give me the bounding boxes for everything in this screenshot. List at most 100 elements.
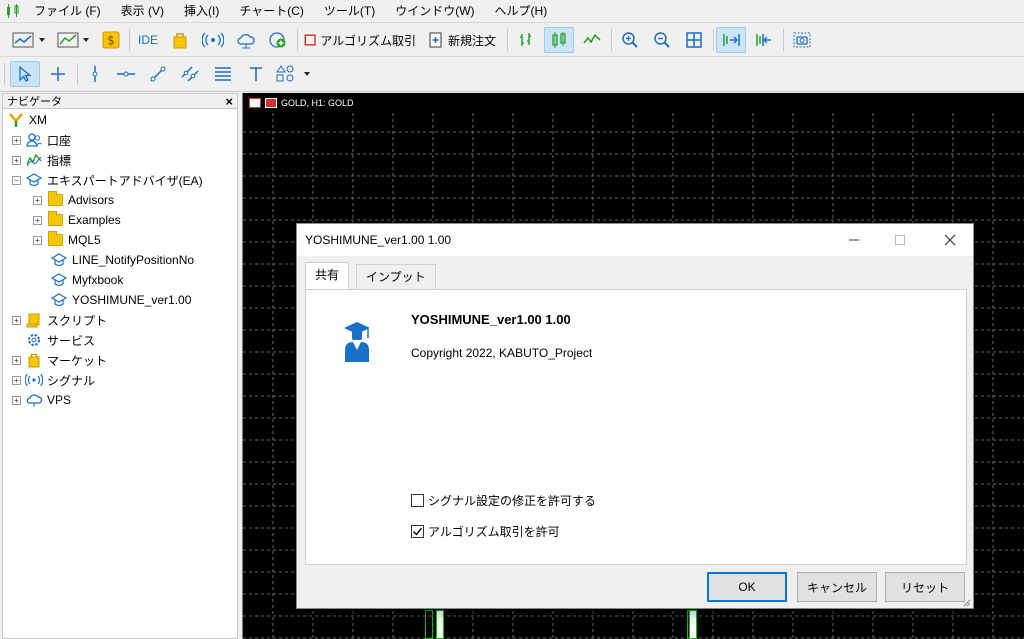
menu-help[interactable]: ヘルプ(H) (485, 0, 558, 22)
new-order-button[interactable]: 新規注文 (422, 27, 502, 53)
vps-cloud-icon[interactable] (232, 27, 260, 53)
market-dollar-icon[interactable]: $ (98, 27, 124, 53)
ide-label: IDE (137, 33, 158, 47)
text-tool-icon[interactable] (242, 61, 270, 87)
chart-type-dropdown-button[interactable] (10, 27, 52, 53)
fibonacci-icon[interactable] (208, 61, 238, 87)
chart-symbol-header: GOLD, H1: GOLD (249, 98, 354, 108)
tree-item-line-notify[interactable]: LINE_NotifyPositionNo (50, 250, 194, 270)
tree-item-advisors[interactable]: + Advisors (33, 190, 114, 210)
signals-broadcast-icon (25, 372, 43, 388)
maximize-icon[interactable] (877, 224, 923, 256)
collapse-minus-icon[interactable]: − (12, 175, 21, 185)
channel-icon[interactable] (176, 61, 204, 87)
depth-of-market-icon[interactable] (265, 98, 277, 108)
tree-item-accounts[interactable]: + 口座 (12, 130, 71, 150)
folder-icon (46, 191, 64, 208)
indicator-list-icon[interactable] (249, 98, 261, 108)
zoom-out-icon[interactable] (648, 27, 676, 53)
folder-icon (46, 231, 64, 248)
script-scroll-icon (25, 312, 43, 328)
expand-plus-icon[interactable]: + (12, 375, 21, 385)
cursor-arrow-icon[interactable] (10, 61, 40, 87)
tab-panel-common: YOSHIMUNE_ver1.00 1.00 Copyright 2022, K… (305, 289, 967, 565)
horizontal-line-icon[interactable] (112, 61, 140, 87)
allow-algo-trading-checkbox[interactable]: アルゴリズム取引を許可 (411, 523, 560, 540)
chart-shift-icon[interactable] (750, 27, 778, 53)
close-icon[interactable] (927, 224, 973, 256)
ok-button[interactable]: OK (707, 572, 787, 602)
trend-line-icon[interactable] (144, 61, 172, 87)
line-chart-icon[interactable] (578, 27, 606, 53)
tree-root-xm[interactable]: XM (7, 110, 47, 130)
expand-plus-icon[interactable]: + (33, 215, 42, 225)
drawing-toolbar (0, 56, 1024, 92)
ea-copyright-label: Copyright 2022, KABUTO_Project (411, 346, 593, 360)
algo-trading-button[interactable]: アルゴリズム取引 (304, 27, 416, 53)
allow-signal-modify-checkbox[interactable]: シグナル設定の修正を許可する (411, 492, 596, 509)
resize-grip-icon[interactable] (961, 596, 971, 610)
minimize-icon[interactable] (831, 224, 877, 256)
tree-item-signals[interactable]: + シグナル (12, 370, 95, 390)
folder-icon (46, 211, 64, 228)
tree-label: サービス (47, 333, 96, 348)
expand-plus-icon[interactable]: + (12, 315, 21, 325)
navigator-close-icon[interactable]: × (225, 94, 233, 109)
crosshair-icon[interactable] (44, 61, 72, 87)
app-logo-icon (2, 0, 24, 22)
dialog-titlebar[interactable]: YOSHIMUNE_ver1.00 1.00 (297, 224, 973, 256)
tree-item-market[interactable]: + マーケット (12, 350, 107, 370)
svg-text:$: $ (107, 34, 115, 48)
shapes-dropdown-icon[interactable] (274, 61, 316, 87)
tree-label: Myfxbook (72, 273, 124, 287)
checkbox-unchecked[interactable] (411, 494, 424, 507)
tree-item-myfxbook[interactable]: Myfxbook (50, 270, 123, 290)
tab-common[interactable]: 共有 (305, 262, 350, 290)
stop-square-icon (304, 34, 316, 46)
tree-item-indicators[interactable]: + 指標 (12, 150, 71, 170)
tree-item-yoshimune[interactable]: YOSHIMUNE_ver1.00 (50, 290, 191, 310)
candle (689, 610, 697, 639)
tree-item-experts[interactable]: − エキスパートアドバイザ(EA) (12, 170, 203, 190)
menu-window[interactable]: ウインドウ(W) (385, 0, 484, 22)
accounts-people-icon (25, 132, 43, 148)
menu-view[interactable]: 表示 (V) (111, 0, 174, 22)
tree-label: マーケット (47, 353, 108, 368)
menu-charts[interactable]: チャート(C) (229, 0, 314, 22)
cancel-button[interactable]: キャンセル (797, 572, 877, 602)
bar-chart-icon[interactable] (512, 27, 540, 53)
tree-item-vps[interactable]: + VPS (12, 390, 71, 410)
expand-plus-icon[interactable]: + (12, 155, 21, 165)
vertical-line-icon[interactable] (82, 61, 108, 87)
tree-label: MQL5 (68, 233, 101, 247)
market-bag-icon[interactable] (166, 27, 194, 53)
tile-windows-icon[interactable] (680, 27, 708, 53)
community-add-icon[interactable] (264, 27, 292, 53)
tree-item-scripts[interactable]: + スクリプト (12, 310, 107, 330)
candlestick-chart-icon[interactable] (544, 27, 574, 53)
menu-file[interactable]: ファイル (F) (24, 0, 111, 22)
tree-item-mql5[interactable]: + MQL5 (33, 230, 101, 250)
reset-button[interactable]: リセット (885, 572, 965, 602)
tab-inputs[interactable]: インプット (356, 264, 436, 289)
expand-plus-icon[interactable]: + (12, 135, 21, 145)
tree-item-examples[interactable]: + Examples (33, 210, 121, 230)
timeframe-dropdown-button[interactable] (55, 27, 95, 53)
tree-label: 指標 (47, 153, 72, 168)
algo-trading-label: アルゴリズム取引 (320, 33, 416, 48)
signals-broadcast-icon[interactable] (198, 27, 228, 53)
expand-plus-icon[interactable]: + (12, 395, 21, 405)
auto-scroll-icon[interactable] (716, 27, 746, 53)
expand-plus-icon[interactable]: + (33, 235, 42, 245)
expand-plus-icon[interactable]: + (33, 195, 42, 205)
zoom-in-icon[interactable] (616, 27, 644, 53)
ide-button[interactable]: IDE (134, 27, 162, 53)
expert-graduation-cap-icon (25, 172, 43, 188)
tree-item-services[interactable]: サービス (25, 330, 95, 350)
menu-tools[interactable]: ツール(T) (314, 0, 385, 22)
menu-insert[interactable]: 挿入(I) (174, 0, 229, 22)
checkbox-checked-icon[interactable] (411, 525, 424, 538)
expand-plus-icon[interactable]: + (12, 355, 21, 365)
candle (436, 610, 444, 639)
screenshot-camera-icon[interactable] (788, 27, 816, 53)
